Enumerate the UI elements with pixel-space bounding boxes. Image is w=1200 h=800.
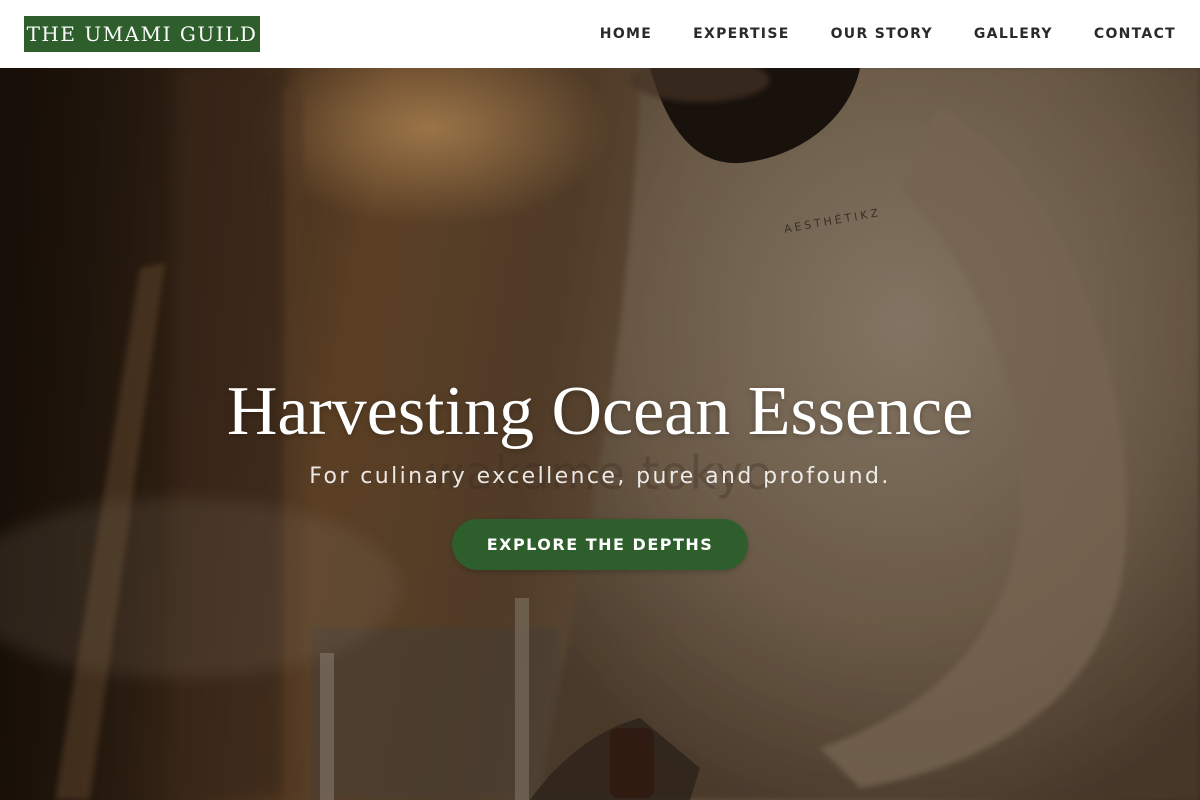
hero-section: AESTHÉTIKZ wakame tokyo Harvesting Ocean… <box>0 68 1200 800</box>
explore-the-depths-button[interactable]: EXPLORE THE DEPTHS <box>452 519 748 570</box>
hero-subtitle: For culinary excellence, pure and profou… <box>309 464 891 489</box>
site-logo[interactable]: THE UMAMI GUILD <box>24 16 260 52</box>
main-nav: HOME EXPERTISE OUR STORY GALLERY CONTACT <box>600 0 1176 68</box>
hero-title: Harvesting Ocean Essence <box>226 373 974 450</box>
nav-contact-link[interactable]: CONTACT <box>1094 26 1176 42</box>
nav-our-story-link[interactable]: OUR STORY <box>831 26 933 42</box>
hero-content: Harvesting Ocean Essence For culinary ex… <box>0 368 1200 570</box>
site-header: THE UMAMI GUILD HOME EXPERTISE OUR STORY… <box>0 0 1200 68</box>
nav-home-link[interactable]: HOME <box>600 26 652 42</box>
nav-expertise-link[interactable]: EXPERTISE <box>693 26 789 42</box>
nav-gallery-link[interactable]: GALLERY <box>974 26 1053 42</box>
